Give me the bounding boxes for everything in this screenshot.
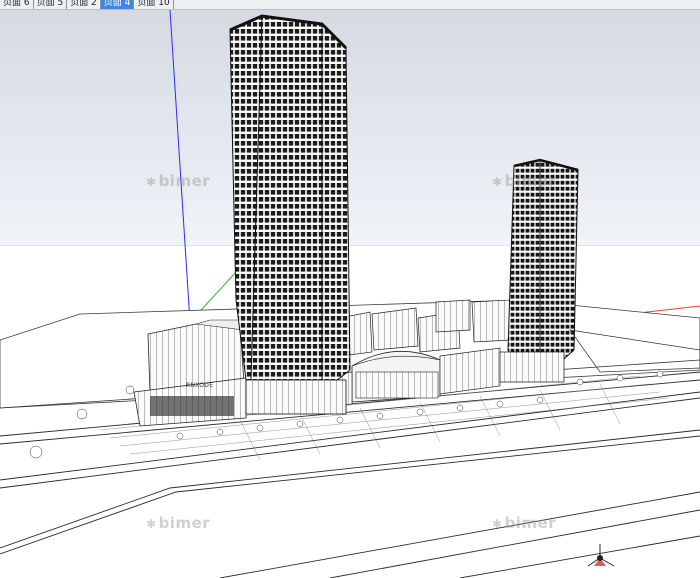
model-drawing	[0, 10, 700, 578]
sky	[0, 10, 700, 246]
scene-tab-1[interactable]: 页面 6	[0, 0, 34, 9]
scene-tab-active[interactable]: 页面 4	[100, 0, 135, 9]
podium-signage: RNXODE	[186, 382, 214, 389]
scene-tab-3[interactable]: 页面 2	[67, 0, 101, 9]
scene-tab-2[interactable]: 页面 5	[34, 0, 68, 9]
scene-tab-bar: 页面 6 页面 5 页面 2 页面 4 页面 10	[0, 0, 700, 10]
model-viewport[interactable]: RNXODE ✱ bimer ✱ bimer ✱ bimer ✱ bimer	[0, 10, 700, 578]
axis-origin-icon	[587, 544, 615, 567]
main-tower	[229, 14, 351, 415]
scene-tab-5[interactable]: 页面 10	[134, 0, 174, 9]
